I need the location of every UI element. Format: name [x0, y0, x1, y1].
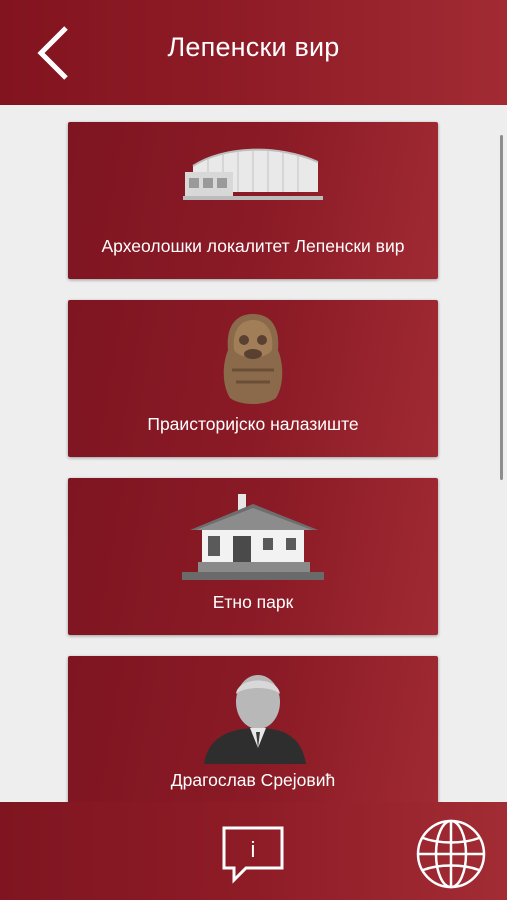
globe-icon: [416, 819, 486, 889]
menu-card-archaeological-site[interactable]: Археолошки локалитет Лепенски вир: [68, 122, 438, 279]
museum-building-image: [183, 148, 323, 200]
menu-card-ethno-park[interactable]: Етно парк: [68, 478, 438, 635]
card-label: Праисторијско налазиште: [147, 414, 359, 434]
stone-sculpture-image: [223, 314, 283, 404]
info-glyph: i: [251, 837, 256, 862]
app-header: Лепенски вир: [0, 0, 507, 105]
page-title: Лепенски вир: [167, 32, 340, 62]
scrollbar[interactable]: [500, 135, 503, 480]
card-label: Драгослав Срејовић: [170, 770, 336, 790]
menu-list[interactable]: Археолошки локалитет Лепенски вир Праист…: [0, 105, 507, 802]
ethno-house-image: [182, 494, 324, 580]
menu-card-prehistoric-site[interactable]: Праисторијско налазиште: [68, 300, 438, 457]
menu-card-dragoslav-srejovic[interactable]: Драгослав Срејовић: [68, 656, 438, 802]
bottom-toolbar: i: [0, 802, 507, 900]
portrait-photo-image: [204, 675, 306, 764]
language-button[interactable]: [415, 818, 487, 890]
info-speech-bubble-icon: i: [222, 826, 284, 884]
card-label: Археолошки локалитет Лепенски вир: [101, 236, 405, 256]
card-label: Етно парк: [212, 592, 294, 612]
info-button[interactable]: i: [220, 824, 286, 884]
